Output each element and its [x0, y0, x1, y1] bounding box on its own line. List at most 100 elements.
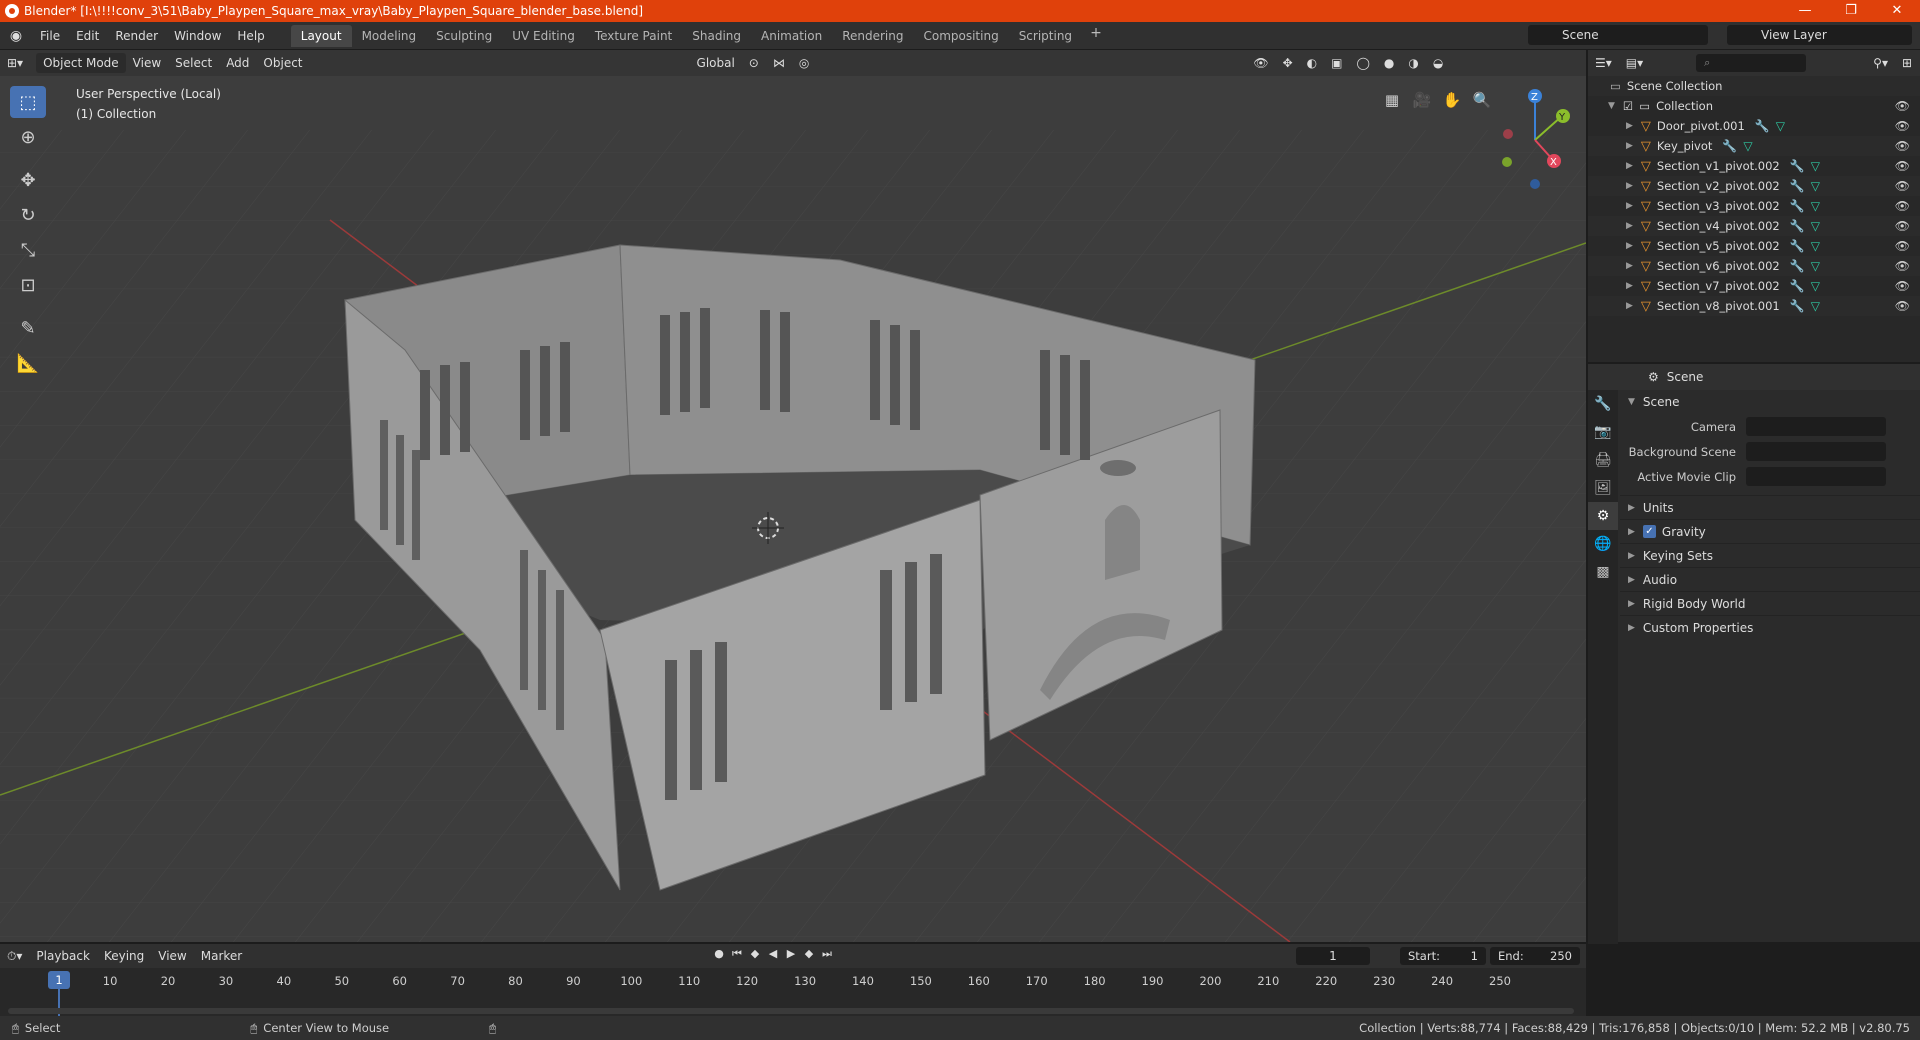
visibility-eye-icon[interactable]: 👁 — [1895, 119, 1910, 133]
modifier-icon[interactable]: 🔧 — [1722, 139, 1737, 153]
annotate-tool-icon[interactable]: ✎ — [10, 312, 46, 344]
expand-object-icon[interactable]: ▶ — [1626, 261, 1633, 271]
scene-selector[interactable]: Scene — [1528, 25, 1708, 45]
zoom-view-icon[interactable]: 🔍 — [1467, 86, 1497, 114]
expand-object-icon[interactable]: ▶ — [1626, 241, 1633, 251]
snap-icon[interactable]: ⋈ — [766, 53, 792, 73]
output-tab-icon[interactable]: 🖨 — [1588, 446, 1618, 474]
outliner-object-row[interactable]: ▶ ▽ Section_v7_pivot.002 🔧 ▽ 👁 — [1588, 276, 1920, 296]
filter-icon[interactable]: ⚲▾ — [1866, 53, 1895, 73]
outliner-search-input[interactable]: ⌕ — [1696, 54, 1807, 72]
mode-selector[interactable]: Object Mode — [36, 53, 126, 73]
visibility-eye-icon[interactable]: 👁 — [1895, 279, 1910, 293]
expand-object-icon[interactable]: ▶ — [1626, 281, 1633, 291]
next-keyframe-icon[interactable]: ◆ — [800, 947, 818, 961]
current-frame-field[interactable]: 1 — [1296, 947, 1370, 965]
mesh-data-icon[interactable]: ▽ — [1811, 259, 1820, 273]
jump-start-icon[interactable]: ⏮ — [728, 947, 746, 961]
modifier-icon[interactable]: 🔧 — [1790, 279, 1805, 293]
visibility-eye-icon[interactable]: 👁 — [1895, 99, 1910, 113]
checkbox-icon[interactable]: ☑ — [1623, 99, 1633, 113]
proportional-edit-icon[interactable]: ◎ — [792, 53, 816, 73]
expand-object-icon[interactable]: ▶ — [1626, 141, 1633, 151]
timeline-ruler[interactable]: 1 10 20 30 40 50 60 70 80 90 100 110 120 130 140 150 160… — [0, 968, 1586, 1018]
gravity-subpanel[interactable]: ▶ ✓ Gravity — [1620, 519, 1920, 543]
outliner-scene-collection[interactable]: ▭ Scene Collection — [1588, 76, 1920, 96]
xray-icon[interactable]: ▣ — [1324, 53, 1349, 73]
prev-keyframe-icon[interactable]: ◆ — [746, 947, 764, 961]
pivot-icon[interactable]: ⊙ — [742, 53, 766, 73]
mesh-data-icon[interactable]: ▽ — [1743, 139, 1752, 153]
viewport-menu-add[interactable]: Add — [219, 53, 256, 73]
expand-object-icon[interactable]: ▶ — [1626, 221, 1633, 231]
tab-texture-paint[interactable]: Texture Paint — [585, 25, 682, 47]
shading-rendered-icon[interactable]: ◒ — [1426, 53, 1450, 73]
mesh-data-icon[interactable]: ▽ — [1811, 199, 1820, 213]
timeline-scrollbar[interactable] — [8, 1008, 1574, 1014]
timeline-menu-keying[interactable]: Keying — [97, 946, 151, 966]
camera-view-icon[interactable]: 🎥 — [1407, 86, 1437, 114]
outliner-object-row[interactable]: ▶ ▽ Key_pivot 🔧 ▽ 👁 — [1588, 136, 1920, 156]
audio-subpanel[interactable]: ▶ Audio — [1620, 567, 1920, 591]
viewport-menu-view[interactable]: View — [126, 53, 168, 73]
rigid-body-world-subpanel[interactable]: ▶ Rigid Body World — [1620, 591, 1920, 615]
overlay-toggle-icon[interactable]: ◐ — [1300, 53, 1324, 73]
transform-tool-icon[interactable]: ⊡ — [10, 269, 46, 301]
visibility-eye-icon[interactable]: 👁 — [1895, 159, 1910, 173]
modifier-icon[interactable]: 🔧 — [1790, 259, 1805, 273]
viewport-menu-select[interactable]: Select — [168, 53, 219, 73]
outliner-editor-type-icon[interactable]: ☰▾ — [1588, 53, 1619, 73]
measure-tool-icon[interactable]: 📐 — [10, 347, 46, 379]
mesh-data-icon[interactable]: ▽ — [1811, 179, 1820, 193]
expand-object-icon[interactable]: ▶ — [1626, 201, 1633, 211]
pan-view-icon[interactable]: ✋ — [1437, 86, 1467, 114]
menu-render[interactable]: Render — [107, 29, 166, 43]
outliner-object-row[interactable]: ▶ ▽ Section_v6_pivot.002 🔧 ▽ 👁 — [1588, 256, 1920, 276]
orientation-selector[interactable]: Global — [690, 53, 742, 73]
move-tool-icon[interactable]: ✥ — [10, 164, 46, 196]
tab-layout[interactable]: Layout — [290, 24, 352, 47]
tab-rendering[interactable]: Rendering — [832, 25, 913, 47]
tab-uv-editing[interactable]: UV Editing — [502, 25, 585, 47]
visibility-eye-icon[interactable]: 👁 — [1895, 239, 1910, 253]
cursor-tool-icon[interactable]: ⊕ — [10, 121, 46, 153]
outliner-object-row[interactable]: ▶ ▽ Door_pivot.001 🔧 ▽ 👁 — [1588, 116, 1920, 136]
scene-tab-icon[interactable]: ⚙ — [1588, 502, 1618, 530]
shading-wireframe-icon[interactable]: ◯ — [1349, 53, 1376, 73]
visibility-eye-icon[interactable]: 👁 — [1895, 299, 1910, 313]
tab-sculpting[interactable]: Sculpting — [426, 25, 502, 47]
toggle-perspective-icon[interactable]: ▦ — [1377, 86, 1407, 114]
editor-type-icon[interactable]: ⊞▾ — [0, 53, 30, 73]
modifier-icon[interactable]: 🔧 — [1790, 299, 1805, 313]
modifier-icon[interactable]: 🔧 — [1790, 199, 1805, 213]
outliner-object-row[interactable]: ▶ ▽ Section_v3_pivot.002 🔧 ▽ 👁 — [1588, 196, 1920, 216]
outliner-object-row[interactable]: ▶ ▽ Section_v8_pivot.001 🔧 ▽ 👁 — [1588, 296, 1920, 316]
modifier-icon[interactable]: 🔧 — [1755, 119, 1770, 133]
scale-tool-icon[interactable]: ⤡ — [10, 234, 46, 266]
mesh-data-icon[interactable]: ▽ — [1776, 119, 1785, 133]
visibility-eye-icon[interactable]: 👁 — [1895, 219, 1910, 233]
view-layer-selector[interactable]: View Layer — [1727, 25, 1912, 45]
jump-end-icon[interactable]: ⏭ — [818, 947, 836, 961]
mesh-data-icon[interactable]: ▽ — [1811, 239, 1820, 253]
close-button[interactable]: ✕ — [1874, 0, 1920, 22]
background-scene-field[interactable] — [1746, 442, 1886, 461]
visibility-eye-icon[interactable]: 👁 — [1895, 199, 1910, 213]
outliner-object-row[interactable]: ▶ ▽ Section_v5_pivot.002 🔧 ▽ 👁 — [1588, 236, 1920, 256]
mesh-data-icon[interactable]: ▽ — [1811, 219, 1820, 233]
maximize-button[interactable]: ❐ — [1828, 0, 1874, 22]
visibility-eye-icon[interactable]: 👁 — [1895, 139, 1910, 153]
menu-help[interactable]: Help — [229, 29, 272, 43]
expand-object-icon[interactable]: ▶ — [1626, 161, 1633, 171]
tool-tab-icon[interactable]: 🔧 — [1588, 390, 1618, 418]
blender-menu-icon[interactable]: ◉ — [0, 28, 32, 44]
menu-window[interactable]: Window — [166, 29, 229, 43]
modifier-icon[interactable]: 🔧 — [1790, 179, 1805, 193]
menu-file[interactable]: File — [32, 29, 68, 43]
camera-field[interactable] — [1746, 417, 1886, 436]
record-icon[interactable]: ● — [710, 947, 728, 961]
timeline-menu-marker[interactable]: Marker — [194, 946, 249, 966]
expand-object-icon[interactable]: ▶ — [1626, 181, 1633, 191]
add-workspace-icon[interactable]: + — [1082, 25, 1110, 47]
visibility-icon[interactable]: 👁 — [1246, 53, 1275, 73]
